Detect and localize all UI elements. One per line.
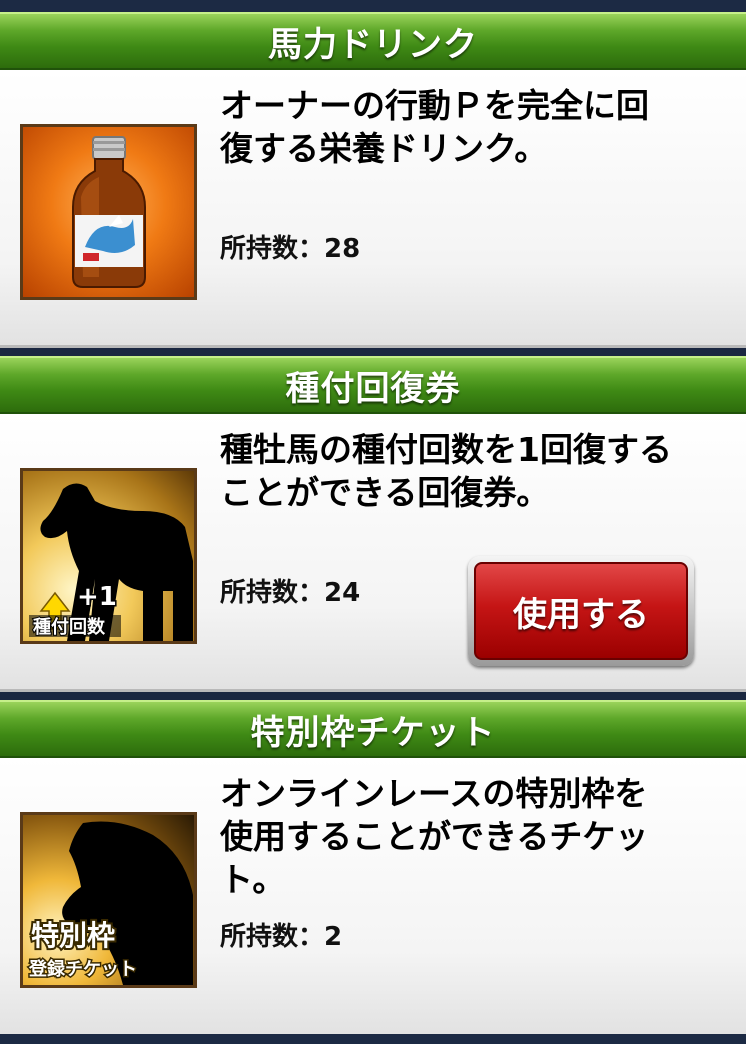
count-value: 2 [324, 922, 343, 952]
section-header-horse-drink: 馬力ドリンク [0, 12, 746, 70]
icon-caption: 登録チケット [28, 958, 137, 980]
count-value: 24 [324, 578, 361, 608]
item-card-special-ticket: 特別枠 登録チケット オンラインレースの特別枠を 使用することができるチケッ ト… [0, 758, 746, 1034]
count-value: 28 [324, 234, 361, 264]
use-button-label[interactable]: 使用する [474, 562, 688, 660]
count-label: 所持数： [220, 922, 325, 952]
icon-caption: 種付回数 [33, 616, 106, 638]
section-title: 馬力ドリンク [268, 24, 478, 65]
item-card-breeding-ticket: +1 種付回数 種牡馬の種付回数を1回復する ことができる回復券。 所持数：24… [0, 414, 746, 692]
section-header-breeding-ticket: 種付回復券 [0, 356, 746, 414]
icon-plus-one: +1 [77, 582, 117, 612]
horse-head-ticket-icon: 特別枠 登録チケット [20, 812, 197, 988]
section-header-special-ticket: 特別枠チケット [0, 700, 746, 758]
count-label: 所持数： [220, 578, 325, 608]
item-count: 所持数：24 [220, 572, 360, 609]
section-title: 特別枠チケット [250, 712, 496, 753]
item-card-horse-drink: オーナーの行動Ｐを完全に回 復する栄養ドリンク。 所持数：28 [0, 70, 746, 348]
item-description: オーナーの行動Ｐを完全に回 復する栄養ドリンク。 [220, 86, 649, 168]
item-description: オンラインレースの特別枠を 使用することができるチケッ ト。 [220, 774, 649, 899]
energy-drink-bottle-icon [20, 124, 197, 300]
item-count: 所持数：2 [220, 916, 342, 953]
section-title: 種付回復券 [285, 368, 461, 409]
horse-silhouette-icon: +1 種付回数 [20, 468, 197, 644]
bottom-strip [0, 1034, 746, 1044]
item-description: 種牡馬の種付回数を1回復する ことができる回復券。 [220, 430, 672, 512]
count-label: 所持数： [220, 234, 325, 264]
icon-title: 特別枠 [31, 919, 115, 952]
use-button[interactable]: 使用する [468, 556, 694, 666]
top-strip [0, 0, 746, 12]
item-count: 所持数：28 [220, 228, 360, 265]
